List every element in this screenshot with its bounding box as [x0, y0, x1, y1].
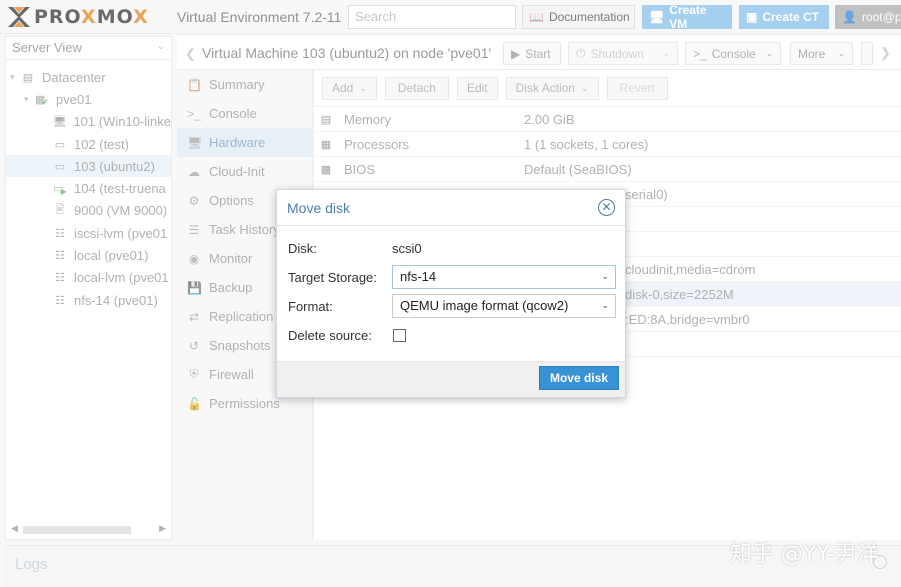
- dialog-header: Move disk ✕: [277, 190, 625, 226]
- delete-source-label: Delete source:: [288, 328, 372, 343]
- move-disk-dialog: Move disk ✕ Disk: scsi0 Target Storage: …: [276, 189, 626, 398]
- disk-label: Disk:: [288, 241, 317, 256]
- watermark: 知乎 @YY-尹洋: [729, 542, 879, 567]
- format-select[interactable]: QEMU image format (qcow2) ⌄: [392, 294, 616, 318]
- chevron-down-icon: ⌄: [601, 271, 609, 281]
- delete-source-checkbox[interactable]: [393, 329, 406, 342]
- dialog-footer: Move disk: [277, 361, 625, 397]
- close-icon[interactable]: ✕: [598, 199, 615, 216]
- move-disk-button[interactable]: Move disk: [538, 366, 619, 390]
- disk-value: scsi0: [392, 241, 422, 256]
- chevron-down-icon: ⌄: [601, 300, 609, 310]
- target-storage-label: Target Storage:: [288, 270, 377, 285]
- format-label: Format:: [288, 299, 333, 314]
- target-storage-select[interactable]: nfs-14 ⌄: [392, 265, 616, 289]
- dialog-title: Move disk: [287, 200, 351, 216]
